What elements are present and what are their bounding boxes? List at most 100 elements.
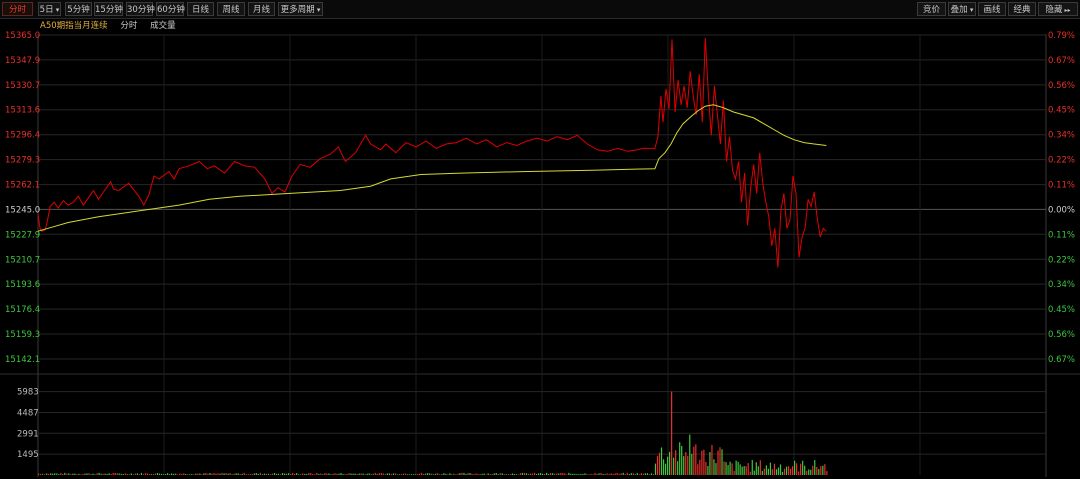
volume-bar: [74, 473, 76, 475]
price-tick-label: 15227.9: [5, 230, 40, 240]
volume-bar: [669, 451, 671, 475]
volume-bar: [818, 469, 820, 475]
volume-bar: [656, 455, 659, 475]
volume-bar: [171, 473, 173, 475]
volume-bar: [195, 473, 197, 475]
volume-bar: [243, 472, 245, 475]
volume-bar: [677, 461, 679, 475]
volume-bar: [429, 473, 431, 475]
volume-bar: [92, 473, 94, 475]
volume-bar: [304, 473, 306, 475]
volume-bar: [328, 473, 330, 475]
volume-bar: [134, 473, 136, 475]
volume-bar: [443, 473, 445, 475]
volume-bar: [546, 472, 548, 475]
volume-bar: [775, 469, 778, 475]
volume-bar: [179, 473, 181, 475]
volume-bar: [82, 474, 84, 475]
volume-bar: [495, 473, 497, 475]
volume-bar: [390, 473, 392, 475]
volume-bar: [493, 473, 495, 475]
volume-bar: [239, 474, 241, 475]
volume-bar: [806, 470, 808, 475]
volume-bar: [316, 472, 318, 475]
volume-bar: [342, 474, 344, 475]
pct-tick-label: 0.45%: [1048, 305, 1075, 315]
volume-bar: [701, 450, 703, 475]
volume-bar: [554, 473, 556, 475]
volume-bar: [308, 472, 310, 475]
volume-bar: [814, 460, 816, 475]
volume-bar: [725, 462, 727, 475]
price-tick-label: 15262.1: [5, 181, 40, 191]
volume-bar: [487, 473, 489, 475]
volume-bar: [158, 473, 161, 475]
volume-bar: [749, 471, 751, 475]
volume-bar: [348, 473, 350, 475]
volume-bar: [451, 474, 453, 475]
volume-bar: [290, 474, 292, 475]
volume-bar: [707, 466, 709, 475]
volume-bar: [205, 472, 207, 475]
volume-bar: [173, 473, 175, 475]
volume-bar: [620, 473, 622, 475]
volume-bar: [378, 473, 380, 475]
volume-bar: [167, 473, 169, 475]
volume-bar: [475, 473, 477, 475]
volume-bar: [223, 473, 225, 475]
volume-bar: [417, 473, 419, 475]
volume-bar: [102, 473, 104, 475]
volume-bar: [279, 474, 282, 475]
volume-bar: [72, 473, 74, 475]
volume-bar: [582, 473, 584, 475]
volume-bar: [517, 474, 520, 475]
volume-bar: [80, 474, 82, 475]
volume-bar: [501, 473, 503, 475]
volume-bar: [602, 474, 604, 475]
volume-bar: [344, 474, 346, 475]
volume-bar: [318, 473, 320, 475]
volume-bar: [771, 469, 774, 475]
volume-bar: [636, 473, 638, 475]
volume-bar: [519, 473, 522, 475]
volume-bar: [822, 465, 824, 475]
volume-bar: [816, 466, 818, 475]
volume-bar: [169, 474, 171, 475]
volume-bar: [402, 473, 405, 475]
volume-bar: [388, 473, 390, 475]
volume-bar: [542, 473, 544, 475]
volume-bar: [48, 473, 50, 475]
volume-bar: [86, 473, 88, 475]
volume-bar: [735, 460, 737, 475]
volume-bar: [108, 473, 110, 475]
volume-bar: [300, 474, 302, 475]
volume-bar: [693, 446, 695, 475]
volume-bar: [695, 444, 697, 475]
volume-bar: [503, 474, 505, 475]
volume-bar: [106, 474, 108, 475]
volume-bar: [185, 473, 187, 475]
volume-bar: [68, 473, 70, 475]
volume-bar: [414, 474, 417, 475]
volume-bar: [471, 473, 473, 475]
volume-bar: [515, 474, 517, 475]
volume-bar: [497, 474, 499, 475]
price-tick-label: 15296.4: [5, 131, 40, 141]
average-series-line: [37, 104, 827, 232]
intraday-chart[interactable]: 15365.0 0.79% 15347.9 0.67% 15330.7 0.56% 1531…: [0, 0, 1080, 479]
volume-bar: [259, 472, 261, 475]
volume-bar: [705, 462, 707, 475]
volume-bar: [662, 459, 665, 475]
volume-bar: [640, 473, 642, 475]
volume-bar: [187, 474, 189, 475]
volume-bar: [753, 470, 755, 475]
price-tick-label: 15365.0: [5, 31, 40, 41]
volume-bar: [721, 449, 723, 475]
volume-bar: [211, 473, 213, 475]
volume-bar: [281, 473, 284, 475]
volume-bar: [209, 472, 211, 475]
price-tick-label: 15347.9: [5, 56, 40, 66]
volume-bar: [257, 473, 259, 475]
volume-bar: [666, 456, 669, 475]
volume-bar: [485, 474, 487, 475]
